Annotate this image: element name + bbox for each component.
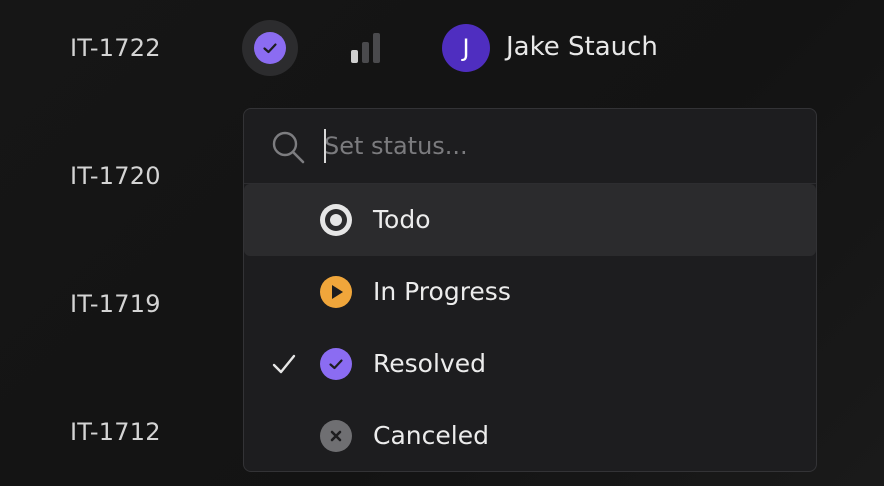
status-search-input[interactable] <box>324 125 784 167</box>
status-option-canceled[interactable]: Canceled <box>244 400 816 471</box>
issue-id[interactable]: IT-1720 <box>70 164 161 188</box>
status-option-label: Resolved <box>373 349 486 378</box>
status-dropdown: Todo In Progress Resolved <box>243 108 817 472</box>
status-search-row <box>244 109 816 184</box>
todo-circle-icon <box>320 204 352 236</box>
status-option-todo[interactable]: Todo <box>244 184 816 256</box>
checkmark-icon <box>272 354 296 374</box>
resolved-check-icon <box>320 348 352 380</box>
in-progress-play-icon <box>320 276 352 308</box>
issue-list-canvas: IT-1722 IT-1720 IT-1719 IT-1712 J Jake S… <box>0 0 884 486</box>
status-option-label: Canceled <box>373 421 489 450</box>
canceled-x-icon <box>320 420 352 452</box>
status-option-in-progress[interactable]: In Progress <box>244 256 816 328</box>
status-button[interactable] <box>242 20 298 76</box>
search-icon <box>272 131 305 164</box>
status-option-label: Todo <box>373 205 431 234</box>
assignee-name[interactable]: Jake Stauch <box>506 34 658 60</box>
issue-id[interactable]: IT-1722 <box>70 36 161 60</box>
priority-bars-icon[interactable] <box>350 32 382 64</box>
status-option-resolved[interactable]: Resolved <box>244 328 816 400</box>
resolved-check-icon <box>254 32 286 64</box>
issue-id[interactable]: IT-1719 <box>70 292 161 316</box>
status-option-label: In Progress <box>373 277 511 306</box>
issue-id[interactable]: IT-1712 <box>70 420 161 444</box>
text-cursor <box>324 129 326 163</box>
avatar[interactable]: J <box>442 24 490 72</box>
